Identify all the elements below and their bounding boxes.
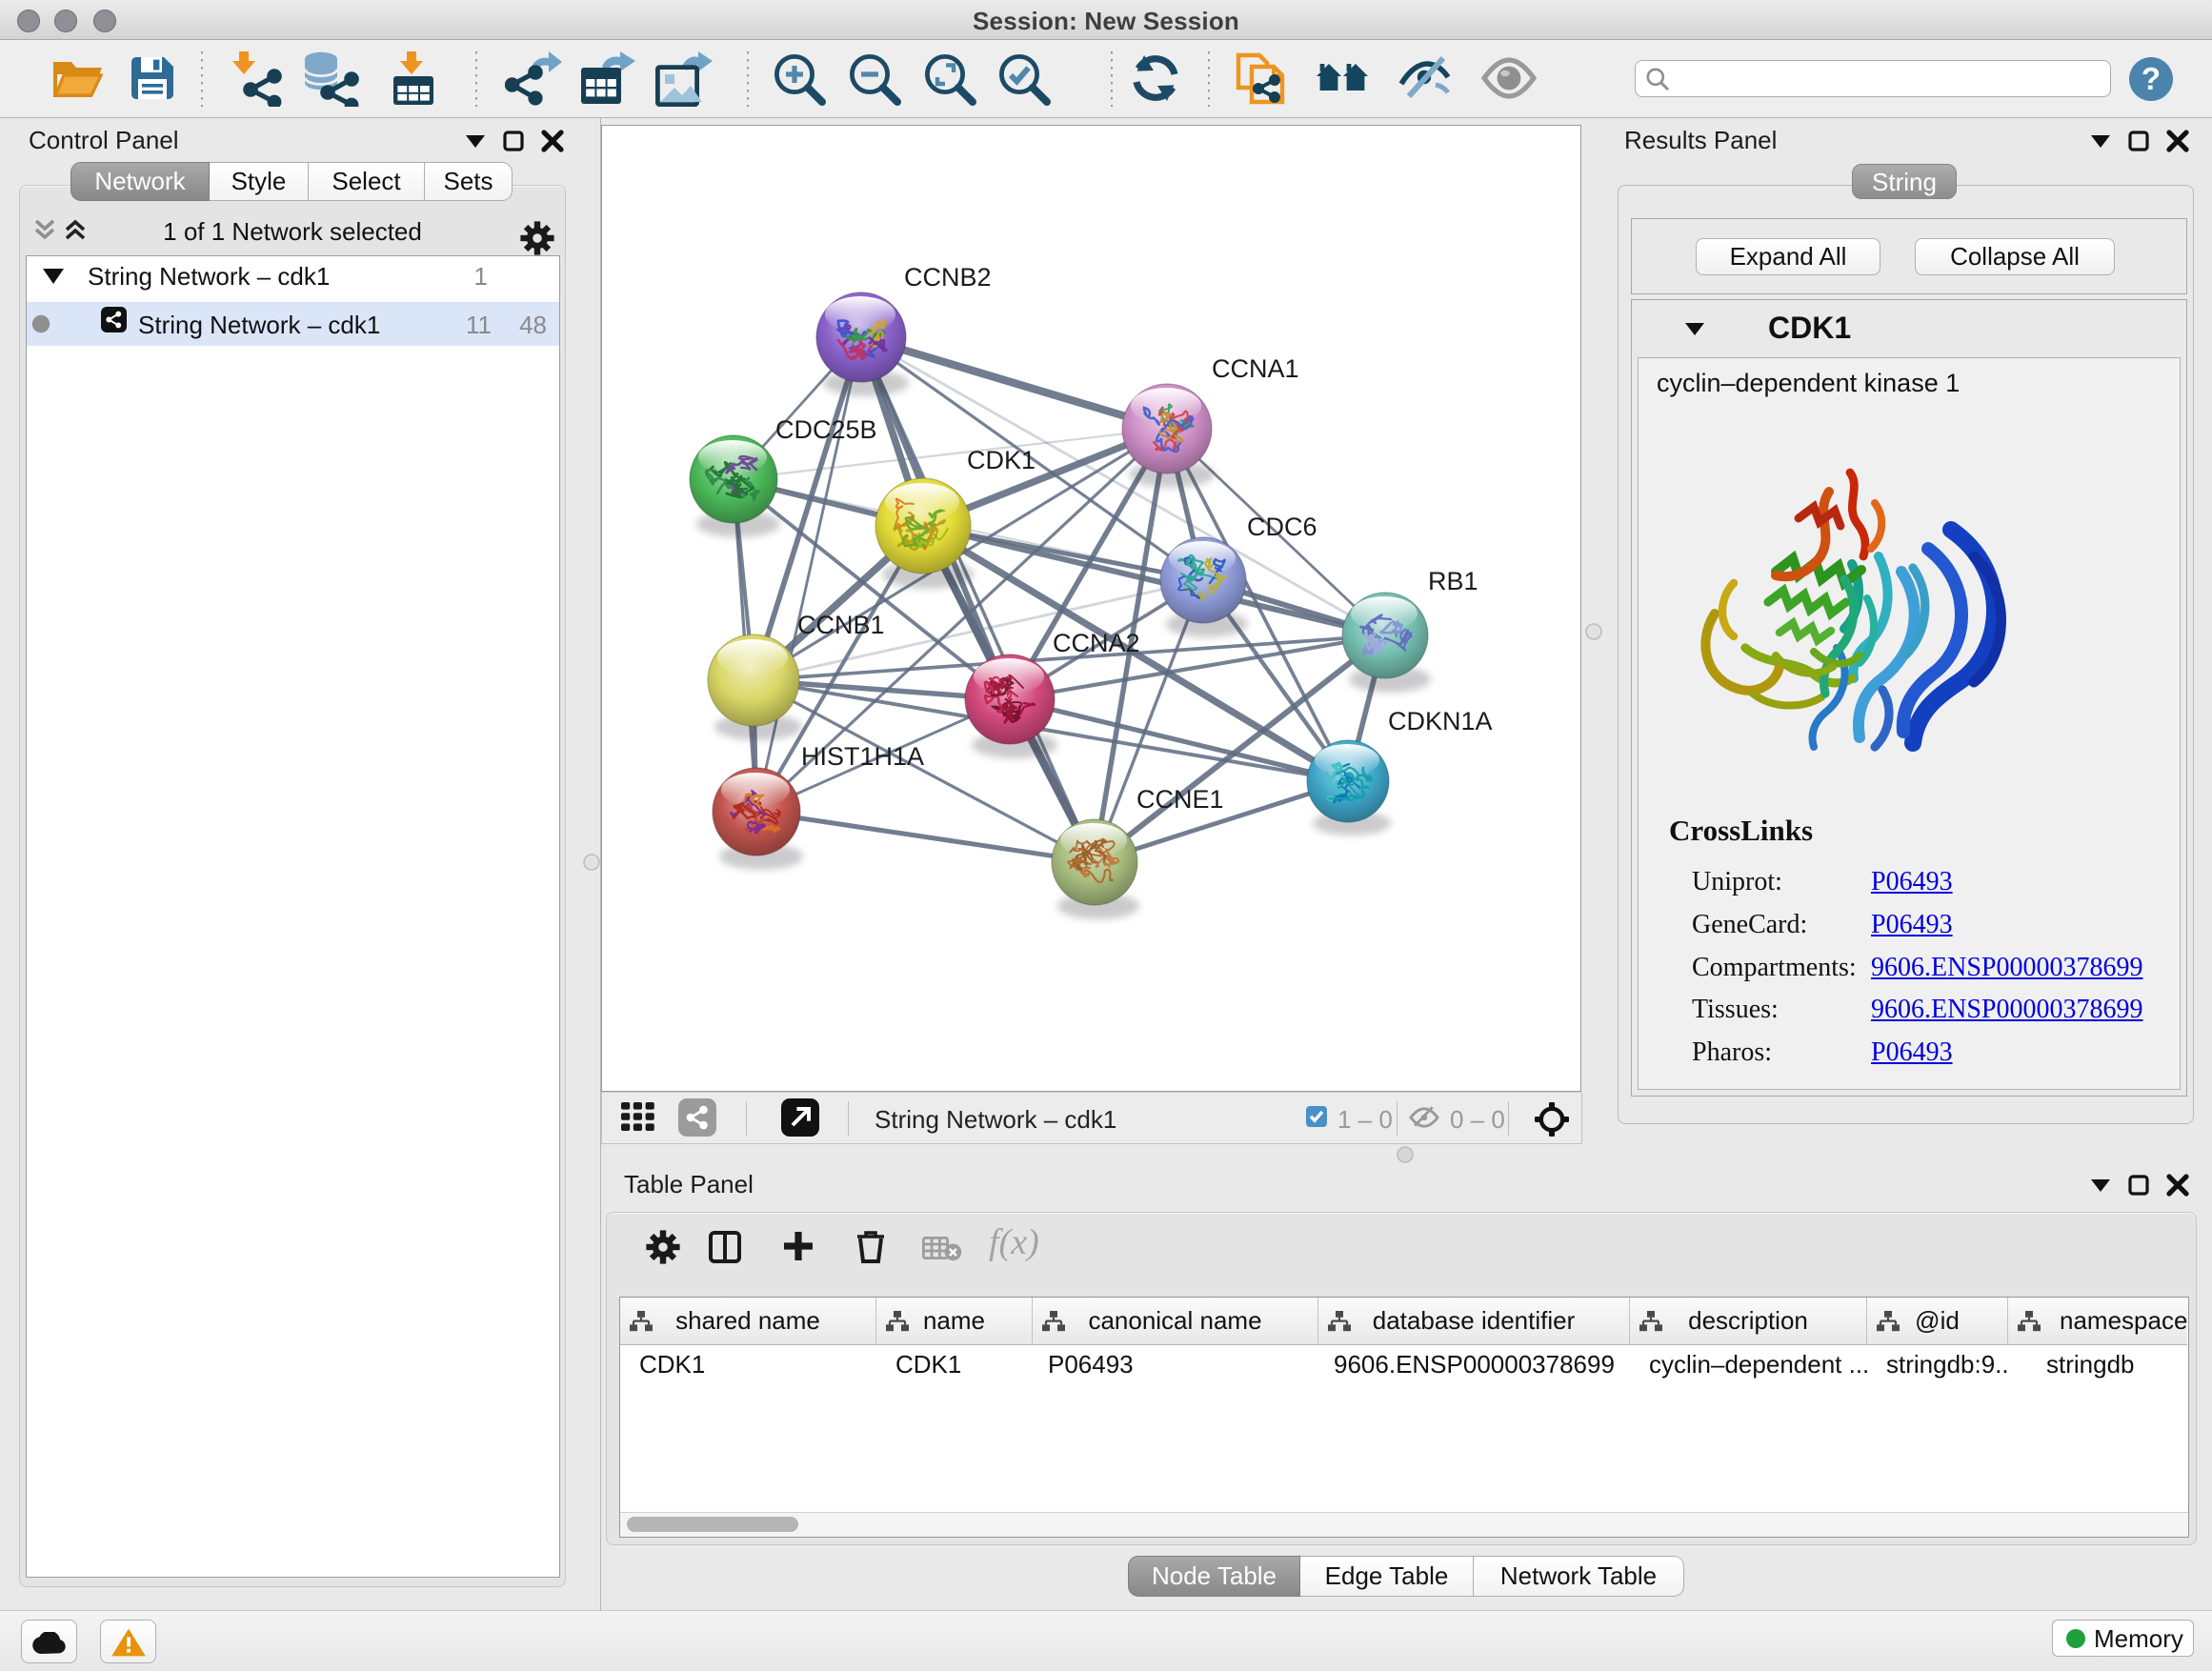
svg-text:CDC25B: CDC25B [775, 415, 877, 444]
svg-text:RB1: RB1 [1428, 567, 1478, 595]
svg-text:?: ? [2142, 61, 2161, 96]
svg-text:CCNE1: CCNE1 [1136, 785, 1224, 814]
svg-text:CCNA2: CCNA2 [1053, 629, 1140, 657]
svg-text:HIST1H1A: HIST1H1A [801, 742, 924, 771]
svg-text:CCNA1: CCNA1 [1212, 354, 1299, 383]
svg-text:CDK1: CDK1 [967, 446, 1036, 474]
svg-text:CDKN1A: CDKN1A [1388, 707, 1493, 735]
svg-text:CCNB2: CCNB2 [904, 263, 992, 292]
svg-text:CCNB1: CCNB1 [797, 611, 885, 639]
svg-text:CDC6: CDC6 [1247, 513, 1317, 541]
